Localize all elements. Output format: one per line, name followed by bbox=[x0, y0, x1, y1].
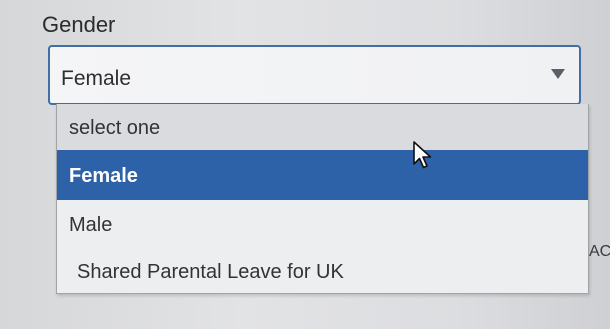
background-label-fragment: AC bbox=[589, 243, 610, 260]
chevron-down-icon[interactable] bbox=[551, 69, 565, 79]
mouse-pointer-icon bbox=[413, 141, 432, 169]
gender-select[interactable]: Female bbox=[48, 45, 581, 105]
gender-dropdown-list: select one Female Male Shared Parental L… bbox=[56, 104, 589, 294]
option-male[interactable]: Male bbox=[57, 200, 588, 248]
option-female[interactable]: Female bbox=[57, 150, 588, 200]
option-select-one[interactable]: select one bbox=[57, 104, 588, 150]
gender-label: Gender bbox=[42, 12, 116, 37]
gender-select-value: Female bbox=[61, 67, 132, 90]
option-shared-parental-leave[interactable]: Shared Parental Leave for UK bbox=[57, 248, 588, 294]
